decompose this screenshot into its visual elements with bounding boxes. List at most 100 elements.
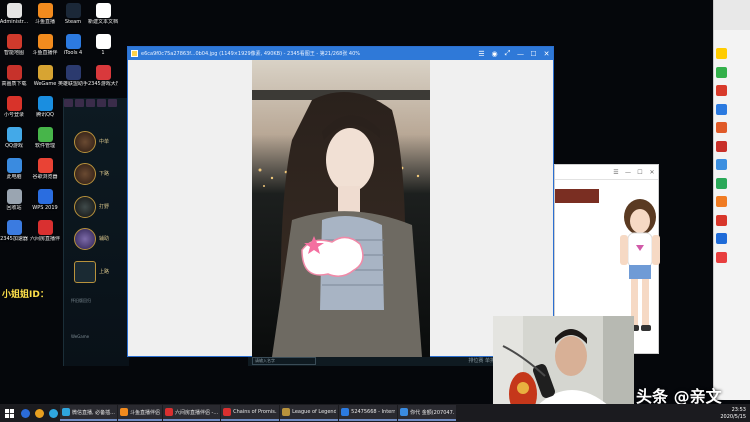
- taskbar-button[interactable]: 斗鱼直播伴侣: [117, 405, 162, 421]
- desktop-icon[interactable]: iTools 4: [59, 34, 87, 56]
- start-button[interactable]: [0, 404, 18, 422]
- skin-icon[interactable]: ◉: [488, 47, 501, 60]
- taskbar-button[interactable]: 你代 金额(207047...: [398, 405, 457, 421]
- taskbar-button[interactable]: 六间房直播伴侣 -...: [162, 405, 221, 421]
- app-icon: [37, 34, 53, 49]
- champion-thumb[interactable]: [64, 99, 73, 107]
- app-icon: [282, 408, 291, 416]
- taskbar-button-label: 微信直播, 必备插...: [72, 409, 115, 416]
- champion-thumb[interactable]: [75, 99, 84, 107]
- pinned-app-icon[interactable]: [18, 405, 32, 421]
- desktop-icon[interactable]: 1: [89, 34, 117, 56]
- desktop-icon[interactable]: 腾讯QQ: [31, 96, 59, 118]
- menu-icon[interactable]: ☰: [475, 47, 488, 60]
- desktop-icon[interactable]: Administr...: [0, 3, 28, 25]
- pinned-app-icon[interactable]: [32, 405, 46, 421]
- desktop-icon[interactable]: 高画质下载: [0, 65, 28, 87]
- desktop-icon[interactable]: 2345游戏大厅: [88, 65, 118, 87]
- clock-date: 2020/5/15: [720, 414, 746, 420]
- pinned-app-icon[interactable]: [46, 405, 60, 421]
- desktop-icon-label: QQ游戏: [5, 143, 23, 149]
- app-icon: [6, 220, 22, 235]
- taskbar-button[interactable]: League of Legends: [280, 405, 339, 421]
- friend-name: 辅助: [99, 235, 110, 242]
- friend-entry[interactable]: 下路: [74, 160, 130, 188]
- desktop-icon-label: 2345加速器: [0, 236, 28, 242]
- desktop-icon-label: 斗鱼直播伴: [32, 50, 58, 56]
- desktop-icon-label: 回收站: [6, 205, 22, 211]
- app-icon: [341, 408, 350, 416]
- app-icon: [6, 189, 22, 204]
- desktop-icon-label: 腾讯QQ: [36, 112, 54, 118]
- desktop-icon[interactable]: 斗鱼直播伴: [31, 34, 59, 56]
- champion-thumb[interactable]: [97, 99, 106, 107]
- maximize-icon[interactable]: ☐: [634, 169, 646, 176]
- app-icon: [400, 408, 409, 416]
- maximize-icon[interactable]: ☐: [527, 47, 540, 60]
- taskbar-button[interactable]: Chains of Promis...: [221, 405, 280, 421]
- desktop-icon[interactable]: 智能地图: [0, 34, 28, 56]
- app-icon: [65, 34, 81, 49]
- friend-entry[interactable]: 打野: [74, 193, 130, 221]
- system-tray-clock[interactable]: 23:53 2020/5/15: [702, 404, 750, 422]
- fullscreen-icon[interactable]: ⤢: [501, 47, 514, 60]
- desktop-icon[interactable]: Steam: [59, 3, 87, 25]
- friend-name: 上路: [99, 268, 110, 275]
- running-apps: 微信直播, 必备插... 斗鱼直播伴侣 六间房直播伴侣 -... Chains of …: [60, 405, 457, 421]
- desktop-icon[interactable]: 回收站: [0, 189, 28, 211]
- summoner-search-input[interactable]: 请输入名字: [252, 356, 316, 365]
- desktop-icon[interactable]: 2345加速器: [0, 220, 28, 242]
- side-toolbar-icon[interactable]: [716, 214, 727, 226]
- desktop-icon[interactable]: 软件管理: [31, 127, 59, 149]
- side-toolbar-icon[interactable]: [716, 48, 727, 59]
- friend-entry[interactable]: 上路: [74, 258, 130, 286]
- close-icon[interactable]: ✕: [646, 169, 658, 176]
- taskbar-button[interactable]: 微信直播, 必备插...: [60, 405, 117, 421]
- side-toolbar-icon[interactable]: [716, 251, 727, 263]
- avatar: [74, 131, 96, 153]
- menu-icon[interactable]: ☰: [610, 169, 622, 176]
- side-toolbar-icon[interactable]: [716, 159, 727, 170]
- champion-thumb[interactable]: [86, 99, 95, 107]
- desktop-icon[interactable]: 六间房直播伴: [30, 220, 60, 242]
- desktop-icon[interactable]: WeGame: [31, 65, 59, 87]
- desktop-icon[interactable]: 斗鱼直播: [31, 3, 59, 25]
- minimize-icon[interactable]: —: [622, 169, 634, 176]
- app-icon: [65, 65, 81, 80]
- app-icon: [95, 3, 111, 18]
- side-toolbar-icon[interactable]: [716, 122, 727, 133]
- side-toolbar-icon[interactable]: [716, 140, 727, 152]
- desktop-icon-label: iTools 4: [63, 50, 83, 56]
- side-toolbar-icon[interactable]: [716, 66, 727, 78]
- close-icon[interactable]: ✕: [540, 47, 553, 60]
- minimize-icon[interactable]: —: [514, 47, 527, 60]
- side-toolbar-icon[interactable]: [716, 103, 727, 115]
- window-titlebar[interactable]: e6ca9f0c75a27863f...0b04.jpg (1149×1929像…: [128, 47, 553, 60]
- side-toolbar-icon[interactable]: [716, 85, 727, 96]
- friend-entry[interactable]: 中单: [74, 128, 130, 156]
- taskbar-button-label: 52475668 - Interne...: [351, 409, 395, 415]
- app-icon: [37, 189, 53, 204]
- desktop-icon-label: 小号登录: [3, 112, 24, 118]
- app-icon: [37, 127, 53, 142]
- desktop-icon-label: WPS 2019: [32, 205, 58, 211]
- app-icon: [6, 65, 22, 80]
- desktop-icon[interactable]: 英雄联盟助手: [58, 65, 88, 87]
- desktop-icon-label: Administr...: [0, 19, 29, 25]
- app-icon: [6, 34, 22, 49]
- desktop-icon-label: 英雄联盟助手: [58, 81, 88, 87]
- desktop-icon[interactable]: QQ游戏: [0, 127, 28, 149]
- taskbar-button-label: 六间房直播伴侣 -...: [174, 409, 219, 416]
- side-toolbar-icon[interactable]: [716, 196, 727, 207]
- desktop-icon[interactable]: 小号登录: [0, 96, 28, 118]
- desktop-icon[interactable]: 谷歌浏览器: [31, 158, 59, 180]
- friend-entry[interactable]: 辅助: [74, 225, 130, 253]
- window-title: e6ca9f0c75a27863f...0b04.jpg (1149×1929像…: [141, 51, 361, 57]
- desktop-icon[interactable]: 此电脑: [0, 158, 28, 180]
- taskbar-button[interactable]: 52475668 - Interne...: [339, 405, 398, 421]
- side-toolbar-icon[interactable]: [716, 233, 727, 244]
- champion-thumb[interactable]: [108, 99, 117, 107]
- side-toolbar-icon[interactable]: [716, 177, 727, 189]
- desktop-icon[interactable]: 新建文本文档: [88, 3, 118, 25]
- desktop-icon[interactable]: WPS 2019: [31, 189, 59, 211]
